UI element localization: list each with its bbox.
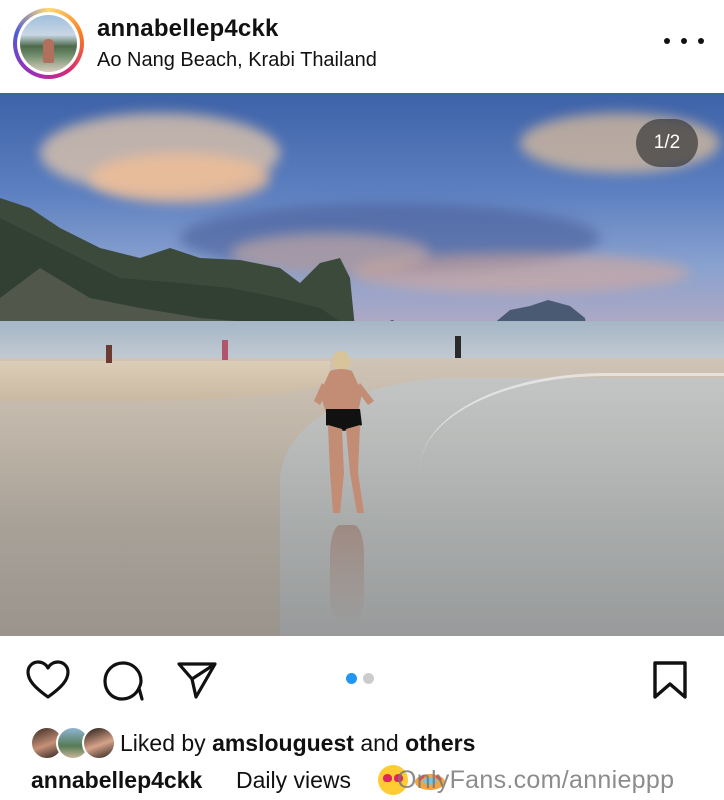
likes-summary: Liked by amslouguest and others — [0, 724, 724, 762]
avatar-image — [20, 15, 77, 72]
carousel-dot-active — [346, 673, 357, 684]
post-location[interactable]: Ao Nang Beach, Krabi Thailand — [97, 49, 377, 72]
avatar[interactable] — [13, 8, 84, 79]
woman-figure — [106, 336, 461, 513]
action-bar — [0, 636, 724, 716]
likes-user[interactable]: amslouguest — [212, 730, 354, 756]
post-username[interactable]: annabellep4ckk — [97, 15, 279, 43]
likes-middle: and — [353, 730, 406, 756]
likes-prefix: Liked by — [120, 730, 213, 756]
caption: annabellep4ckk Daily views OnlyFans.com/… — [0, 762, 724, 800]
heart-icon[interactable] — [26, 660, 70, 700]
comment-icon[interactable] — [102, 660, 144, 702]
more-options-icon[interactable] — [664, 29, 704, 53]
likes-others[interactable]: others — [405, 730, 475, 756]
image-counter: 1/2 — [636, 119, 698, 167]
post-photo[interactable]: 1/2 — [0, 93, 724, 636]
bookmark-icon[interactable] — [652, 660, 688, 700]
post-header: annabellep4ckk Ao Nang Beach, Krabi Thai… — [0, 0, 724, 93]
send-icon[interactable] — [176, 660, 218, 700]
liker-avatar[interactable] — [82, 726, 116, 760]
caption-text: Daily views — [236, 767, 352, 793]
carousel-dot — [363, 673, 374, 684]
watermark: OnlyFans.com/annieppp — [397, 766, 675, 794]
likes-text[interactable]: Liked by amslouguest and others — [120, 730, 475, 757]
caption-username[interactable]: annabellep4ckk — [31, 767, 202, 794]
carousel-indicator — [346, 673, 374, 684]
